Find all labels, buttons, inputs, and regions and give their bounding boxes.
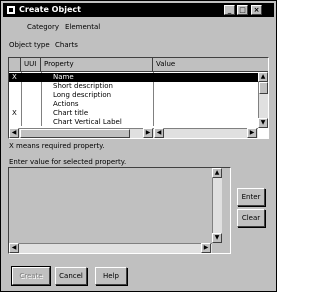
property-grid[interactable]: UUI Property Value X Name Short descript… xyxy=(8,57,269,139)
cancel-button[interactable]: Cancel xyxy=(55,267,87,285)
value-horizontal-scrollbar[interactable]: ◀ ▶ xyxy=(154,128,258,138)
object-type-value: Charts xyxy=(55,41,78,49)
help-button[interactable]: Help xyxy=(95,267,127,285)
property-cell: Short description xyxy=(53,82,113,90)
value-cell xyxy=(156,118,254,126)
grid-row[interactable]: Short description xyxy=(9,82,268,91)
scroll-up-icon[interactable]: ▲ xyxy=(258,72,268,82)
grid-row-name[interactable]: X Name xyxy=(9,73,268,82)
grid-row[interactable]: X Chart title xyxy=(9,109,268,118)
scroll-left-icon[interactable]: ◀ xyxy=(9,243,19,253)
value-cell xyxy=(156,91,254,100)
property-value-textarea[interactable]: ▲ ▼ ◀ ▶ xyxy=(8,167,231,254)
textarea-horizontal-scrollbar[interactable]: ◀ ▶ xyxy=(9,243,212,253)
close-button[interactable]: × xyxy=(251,5,262,15)
grid-header: UUI Property Value xyxy=(9,58,268,72)
clear-button[interactable]: Clear xyxy=(237,209,265,227)
textarea-vertical-scrollbar[interactable]: ▲ ▼ xyxy=(212,168,222,243)
required-mark: X xyxy=(12,109,17,117)
create-button[interactable]: Create xyxy=(11,266,51,286)
property-cell: Name xyxy=(53,73,74,81)
property-horizontal-scrollbar[interactable]: ◀ ▶ xyxy=(9,128,154,138)
property-cell: Chart title xyxy=(53,109,89,117)
uui-cell xyxy=(23,109,41,118)
value-cell xyxy=(156,109,254,118)
title-bar[interactable]: Create Object _ □ × xyxy=(3,3,274,17)
header-required xyxy=(9,58,21,71)
object-type-label: Object type xyxy=(9,41,50,49)
category-value: Elemental xyxy=(65,23,101,31)
header-value[interactable]: Value xyxy=(153,58,256,71)
required-mark xyxy=(12,118,21,126)
value-cell xyxy=(156,100,254,109)
header-uui[interactable]: UUI xyxy=(21,58,41,71)
uui-cell xyxy=(23,73,41,82)
scroll-left-icon[interactable]: ◀ xyxy=(154,128,164,138)
enter-button[interactable]: Enter xyxy=(237,188,265,206)
uui-cell xyxy=(23,100,41,109)
uui-cell xyxy=(23,82,41,91)
scroll-left-icon[interactable]: ◀ xyxy=(9,128,19,138)
uui-cell xyxy=(23,118,41,126)
property-cell: Chart Vertical Label xyxy=(53,118,122,126)
grid-row[interactable]: Chart Vertical Label xyxy=(9,118,268,126)
scroll-thumb[interactable] xyxy=(20,129,130,138)
category-label: Category xyxy=(27,23,59,31)
required-note: X means required property. xyxy=(9,142,105,150)
scroll-up-icon[interactable]: ▲ xyxy=(212,168,222,178)
grid-row[interactable]: Long description xyxy=(9,91,268,100)
required-mark xyxy=(12,82,21,91)
header-property[interactable]: Property xyxy=(41,58,153,71)
required-mark xyxy=(12,100,21,109)
uui-cell xyxy=(23,91,41,100)
required-mark: X xyxy=(12,73,17,81)
scroll-thumb[interactable] xyxy=(259,82,268,94)
property-cell: Long description xyxy=(53,91,112,99)
create-object-dialog: Create Object _ □ × Category Elemental O… xyxy=(0,0,277,292)
window-menu-icon[interactable] xyxy=(6,5,16,15)
maximize-button[interactable]: □ xyxy=(237,5,248,15)
scroll-right-icon[interactable]: ▶ xyxy=(143,128,153,138)
value-cell xyxy=(156,82,254,91)
grid-row[interactable]: Actions xyxy=(9,100,268,109)
minimize-button[interactable]: _ xyxy=(224,5,235,15)
window-title: Create Object xyxy=(19,5,81,14)
scroll-down-icon[interactable]: ▼ xyxy=(258,118,268,128)
required-mark xyxy=(12,91,21,100)
entry-label: Enter value for selected property. xyxy=(9,158,127,166)
scroll-right-icon[interactable]: ▶ xyxy=(201,243,211,253)
value-cell xyxy=(156,73,254,82)
scroll-right-icon[interactable]: ▶ xyxy=(247,128,257,138)
scroll-down-icon[interactable]: ▼ xyxy=(212,233,222,243)
grid-vertical-scrollbar[interactable]: ▲ ▼ xyxy=(258,72,268,128)
property-cell: Actions xyxy=(53,100,79,108)
